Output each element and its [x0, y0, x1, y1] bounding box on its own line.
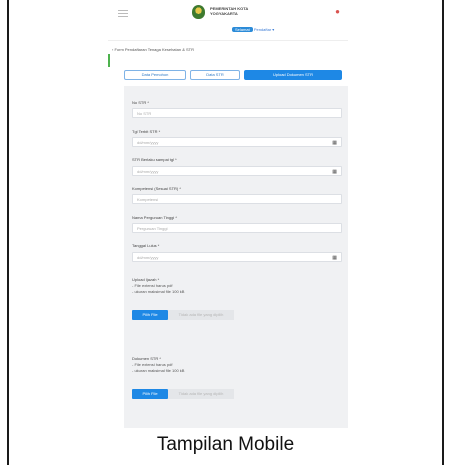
tgl-lulus-input[interactable]: dd/mm/yyyy ▦ [132, 252, 342, 262]
tgl-terbit-input[interactable]: dd/mm/yyyy ▦ [132, 137, 342, 147]
mobile-screen: PEMERINTAH KOTA YOGYAKARTA ● Selamat Pen… [108, 0, 348, 428]
kompetensi-label: Kompetensi (Sesuai STR) * [132, 186, 181, 191]
bell-icon[interactable]: ● [335, 7, 340, 16]
user-name: Pendaftar [253, 27, 272, 32]
tab-bar: Data Pemohon Data STR Upload Dokumen STR [124, 70, 344, 80]
str-file-name: Tidak ada file yang dipilih [168, 389, 234, 399]
accent-bar [108, 54, 110, 67]
date-placeholder: dd/mm/yyyy [137, 169, 159, 174]
tab-data-pemohon[interactable]: Data Pemohon [124, 70, 186, 80]
str-berlaku-input[interactable]: dd/mm/yyyy ▦ [132, 166, 342, 176]
user-badge: Selamat [232, 27, 253, 32]
tab-upload-dokumen-str[interactable]: Upload Dokumen STR [244, 70, 342, 80]
no-str-input[interactable]: No STR [132, 108, 342, 118]
ijazah-file-name: Tidak ada file yang dipilih [168, 310, 234, 320]
left-border-line [7, 0, 9, 465]
ijazah-pick-file-button[interactable]: Pilih File [132, 310, 168, 320]
ijazah-note-ext: - File extensi harus pdf [132, 283, 173, 288]
ijazah-note-size: - ukuran maksimal file 100 kB [132, 289, 185, 294]
breadcrumb[interactable]: ‹ Form Pendaftaran Tenaga Kesehatan & ST… [112, 47, 194, 52]
date-placeholder: dd/mm/yyyy [137, 255, 159, 260]
str-form: No STR * No STR Tgl Terbit STR * dd/mm/y… [124, 86, 348, 428]
calendar-icon[interactable]: ▦ [332, 167, 337, 177]
str-berlaku-label: STR Berlaku sampai tgl * [132, 157, 177, 162]
str-note-size: - ukuran maksimal file 100 kB [132, 368, 185, 373]
city-logo [192, 5, 205, 19]
perguruan-input[interactable]: Perguruan Tinggi [132, 223, 342, 233]
calendar-icon[interactable]: ▦ [332, 138, 337, 148]
tgl-terbit-label: Tgl Terbit STR * [132, 129, 161, 134]
app-header: PEMERINTAH KOTA YOGYAKARTA ● Selamat Pen… [108, 0, 348, 41]
right-border-line [442, 0, 444, 465]
no-str-label: No STR * [132, 100, 149, 105]
tab-data-str[interactable]: Data STR [190, 70, 240, 80]
tgl-lulus-label: Tanggal Lulus * [132, 243, 160, 248]
calendar-icon[interactable]: ▦ [332, 253, 337, 263]
upload-ijazah-label: Upload Ijazah * [132, 277, 160, 282]
kompetensi-input[interactable]: Kompetensi [132, 194, 342, 204]
caption: Tampilan Mobile [156, 434, 295, 455]
logo-text: PEMERINTAH KOTA YOGYAKARTA [210, 6, 249, 16]
dokumen-str-label: Dokumen STR * [132, 356, 161, 361]
perguruan-label: Nama Perguruan Tinggi * [132, 215, 177, 220]
str-note-ext: - File extensi harus pdf [132, 362, 173, 367]
str-pick-file-button[interactable]: Pilih File [132, 389, 168, 399]
user-menu[interactable]: Selamat Pendaftar ▾ [232, 27, 274, 32]
hamburger-icon[interactable] [118, 8, 128, 19]
date-placeholder: dd/mm/yyyy [137, 140, 159, 145]
